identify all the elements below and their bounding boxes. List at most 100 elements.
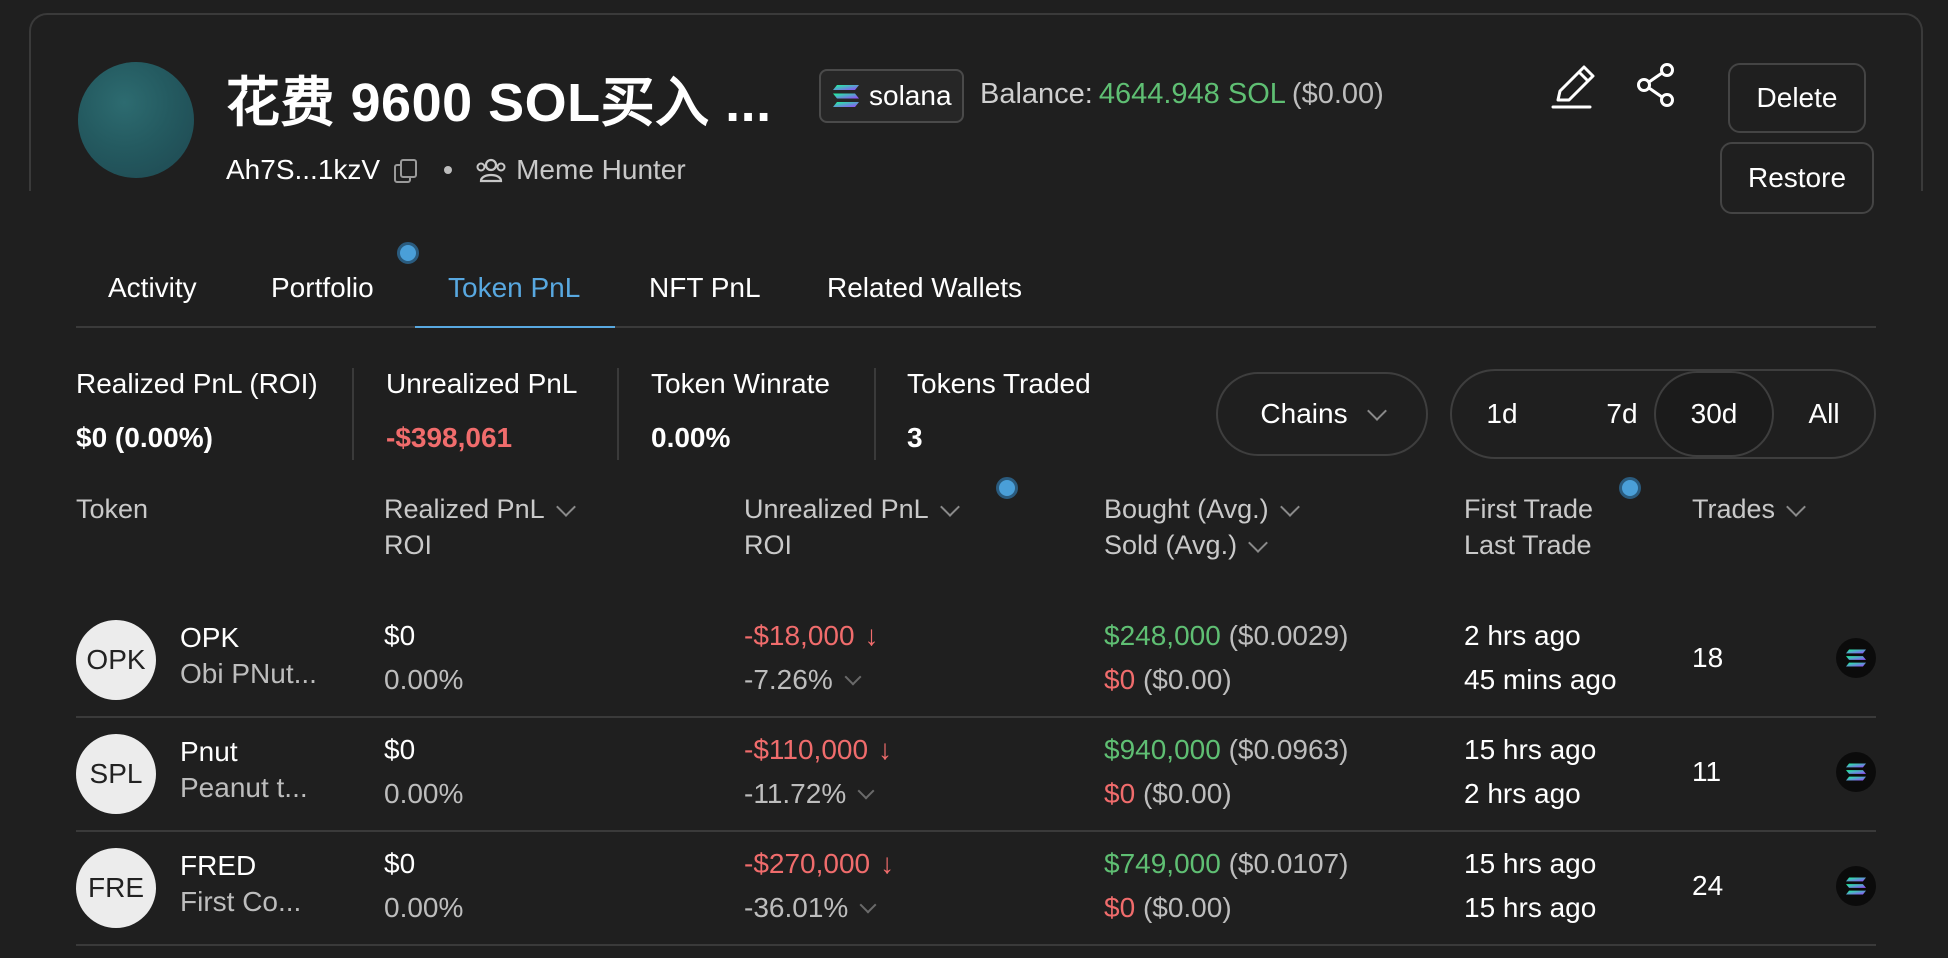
col-bought[interactable]: Bought (Avg.) xyxy=(1104,494,1300,525)
token-symbol: OPK xyxy=(180,622,240,653)
notification-dot xyxy=(397,242,419,264)
stat-label: Realized PnL (ROI) xyxy=(76,368,318,399)
bought-value: $248,000 xyxy=(1104,620,1221,651)
delete-button[interactable]: Delete xyxy=(1728,63,1866,133)
stat-realized-pnl: Realized PnL (ROI) $0 (0.00%) xyxy=(76,368,318,454)
realized-pnl: $0 xyxy=(384,734,416,765)
stat-label: Token Winrate xyxy=(651,368,830,399)
unrealized-pnl: -$270,000 ↓ xyxy=(744,848,894,880)
copy-icon[interactable] xyxy=(394,159,418,183)
col-trades[interactable]: Trades xyxy=(1692,494,1806,525)
last-trade: 2 hrs ago xyxy=(1464,778,1581,809)
wallet-tag: Meme Hunter xyxy=(516,154,686,185)
trades-count: 11 xyxy=(1692,756,1722,787)
chains-dropdown[interactable]: Chains xyxy=(1216,372,1428,456)
unrealized-value: -$270,000 xyxy=(744,848,871,879)
chevron-down-icon xyxy=(1248,532,1268,553)
stat-value: $0 (0.00%) xyxy=(76,422,213,453)
realized-pnl: $0 xyxy=(384,848,416,879)
token-symbol: FRED xyxy=(180,850,257,881)
range-all[interactable]: All xyxy=(1774,371,1874,457)
table-row[interactable]: FRE FRED First Co... $0 0.00% -$270,000 ↓… xyxy=(76,822,1876,936)
unrealized-pnl: -$110,000 ↓ xyxy=(744,734,892,766)
realized-roi: 0.00% xyxy=(384,892,464,923)
bought-value: $940,000 xyxy=(1104,734,1221,765)
stat-value: 0.00% xyxy=(651,422,731,453)
stat-tokens-traded: Tokens Traded 3 xyxy=(907,368,1091,454)
solana-chain-icon xyxy=(1836,638,1876,678)
realized-pnl: $0 xyxy=(384,620,416,651)
stat-divider xyxy=(874,368,876,460)
sold-avg: ($0.00) xyxy=(1142,892,1232,923)
arrow-down-icon: ↓ xyxy=(878,734,893,765)
tab-nft-pnl[interactable]: NFT PnL xyxy=(649,272,761,328)
arrow-down-icon: ↓ xyxy=(880,848,895,879)
roi-value: -11.72% xyxy=(744,778,847,809)
col-realized-pnl[interactable]: Realized PnL xyxy=(384,494,576,525)
wallet-avatar xyxy=(78,62,194,178)
stat-divider xyxy=(352,368,354,460)
bought-value: $749,000 xyxy=(1104,848,1221,879)
chevron-down-icon xyxy=(1366,401,1387,421)
solana-logo-icon xyxy=(1846,877,1866,895)
stat-label: Tokens Traded xyxy=(907,368,1091,399)
tab-token-pnl[interactable]: Token PnL xyxy=(448,272,580,328)
last-trade: 45 mins ago xyxy=(1464,664,1617,695)
table-row[interactable]: SPL Pnut Peanut t... $0 0.00% -$110,000 ↓… xyxy=(76,708,1876,822)
separator-dot xyxy=(444,166,453,174)
notification-dot xyxy=(1619,477,1641,499)
sold-avg: ($0.00) xyxy=(1142,778,1232,809)
token-avatar: FRE xyxy=(76,848,156,928)
col-sold[interactable]: Sold (Avg.) xyxy=(1104,530,1268,561)
stat-divider xyxy=(617,368,619,460)
solana-chain-icon xyxy=(1836,752,1876,792)
unrealized-roi[interactable]: -11.72% xyxy=(744,778,875,810)
col-realized-roi: ROI xyxy=(384,530,433,560)
solana-chain-icon xyxy=(1836,866,1876,906)
notification-dot xyxy=(996,477,1018,499)
roi-value: -36.01% xyxy=(744,892,849,923)
chevron-down-icon xyxy=(939,496,960,517)
bought: $749,000 ($0.0107) xyxy=(1104,848,1348,880)
token-name: Obi PNut... xyxy=(180,658,317,689)
token-avatar: SPL xyxy=(76,734,156,814)
range-1d[interactable]: 1d xyxy=(1452,371,1552,457)
chevron-down-icon xyxy=(859,896,877,914)
tab-related-wallets[interactable]: Related Wallets xyxy=(827,272,1022,328)
chains-label: Chains xyxy=(1260,398,1348,429)
row-divider xyxy=(76,944,1876,946)
balance-label: Balance: xyxy=(980,78,1093,110)
chevron-down-icon xyxy=(1279,496,1300,517)
balance: Balance: 4644.948 SOL ($0.00) xyxy=(980,78,1384,111)
token-avatar: OPK xyxy=(76,620,156,700)
bought-avg: ($0.0107) xyxy=(1228,848,1349,879)
wallet-page: 花费 9600 SOL买入 ... solana Balance: 4644.94… xyxy=(0,0,1948,958)
col-unrealized-pnl[interactable]: Unrealized PnL xyxy=(744,494,960,525)
chain-label: solana xyxy=(869,80,952,111)
sold-avg: ($0.00) xyxy=(1142,664,1232,695)
token-name: First Co... xyxy=(180,886,302,917)
sold: $0 ($0.00) xyxy=(1104,892,1232,924)
tab-activity[interactable]: Activity xyxy=(108,272,197,328)
unrealized-roi[interactable]: -7.26% xyxy=(744,664,862,696)
col-last-trade: Last Trade xyxy=(1464,530,1592,560)
address-row: Ah7S...1kzV Meme Hunter xyxy=(226,154,686,186)
col-label: Sold (Avg.) xyxy=(1104,530,1238,560)
tab-portfolio[interactable]: Portfolio xyxy=(271,272,374,328)
col-token: Token xyxy=(76,494,149,524)
edit-pencil-icon[interactable] xyxy=(1548,60,1600,112)
bought-avg: ($0.0029) xyxy=(1228,620,1349,651)
chevron-down-icon xyxy=(1786,496,1806,517)
unrealized-roi[interactable]: -36.01% xyxy=(744,892,877,924)
sold: $0 ($0.00) xyxy=(1104,664,1232,696)
stat-value: 3 xyxy=(907,422,923,453)
restore-button[interactable]: Restore xyxy=(1720,142,1874,214)
unrealized-pnl: -$18,000 ↓ xyxy=(744,620,879,652)
arrow-down-icon: ↓ xyxy=(864,620,879,651)
wallet-title: 花费 9600 SOL买入 ... xyxy=(226,73,772,133)
users-icon xyxy=(476,158,506,183)
sold-value: $0 xyxy=(1104,664,1136,695)
table-row[interactable]: OPK OPK Obi PNut... $0 0.00% -$18,000 ↓ -… xyxy=(76,594,1876,708)
share-icon[interactable] xyxy=(1635,62,1677,108)
range-30d[interactable]: 30d xyxy=(1654,371,1774,457)
